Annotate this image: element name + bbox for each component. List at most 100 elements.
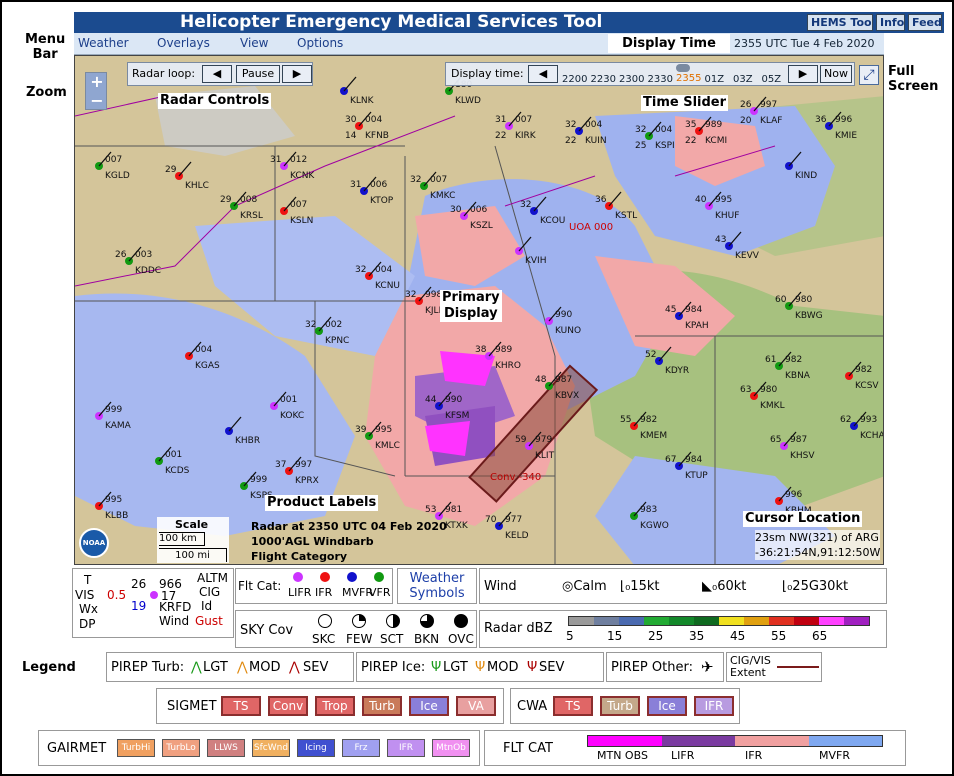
display-time-label: Display Time	[608, 34, 730, 53]
weather-symbols-link[interactable]: Weather Symbols	[397, 568, 477, 604]
station-id: KFNB	[365, 131, 389, 141]
sm-id-label: Id	[201, 599, 213, 613]
time-slider-handle[interactable]	[676, 64, 690, 72]
product-label-flight-category: Flight Category	[251, 550, 348, 563]
station-id: KCNU	[375, 281, 400, 291]
time-tick: 2230	[590, 74, 616, 85]
menu-weather[interactable]: Weather	[78, 36, 129, 50]
zoom-out-button[interactable]: −	[86, 92, 108, 111]
arrow-right-icon: ▶	[292, 67, 302, 80]
station-pressure: 995	[715, 195, 732, 205]
station-pressure: 980	[795, 295, 812, 305]
station-dewpoint: 22	[565, 136, 576, 146]
menu-view[interactable]: View	[240, 36, 268, 50]
station-id: KFSM	[445, 411, 469, 421]
ice-mod-icon: Ψ	[475, 660, 486, 675]
sigmet-va: VA	[456, 696, 496, 716]
tab-feedback[interactable]: Feedb	[908, 14, 942, 31]
radar-loop-label: Radar loop:	[132, 67, 196, 80]
legend-flt-cat-bar: FLT CAT MTN OBS LIFR IFR MVFR	[484, 730, 906, 766]
flt-cat-dot-mvfr	[347, 572, 357, 582]
station-temp: 62	[840, 415, 851, 425]
station-id: KSTL	[615, 211, 637, 221]
station-temp: 39	[355, 425, 367, 435]
station-id: KLBB	[105, 511, 128, 521]
station-id: KBVX	[555, 391, 579, 401]
sigmet-label: SIGMET	[167, 699, 217, 714]
time-tick: 03Z	[733, 74, 753, 85]
flt-cat-bar-swatch	[661, 736, 735, 746]
time-now-button[interactable]: Now	[820, 65, 852, 83]
gairmet-label: GAIRMET	[47, 741, 107, 756]
sm-t-label: T	[84, 573, 92, 587]
station-id: KRSL	[240, 211, 263, 221]
annotation-zoom: Zoom	[26, 85, 67, 100]
radar-dbz-label: Radar dBZ	[484, 621, 553, 636]
time-tick: 2330	[647, 74, 673, 85]
radar-back-button[interactable]: ◀	[202, 65, 232, 83]
time-back-button[interactable]: ◀	[528, 65, 558, 83]
station-temp: 60	[775, 295, 787, 305]
time-slider-track[interactable]: 2200 2230 2300 2330 2355 01Z 03Z 05Z	[560, 63, 788, 87]
station-pressure: 012	[290, 155, 307, 165]
sky-ovc-icon	[454, 614, 468, 628]
menu-options[interactable]: Options	[297, 36, 343, 50]
wind-25g30kt: ⌊₀25G30kt	[782, 579, 849, 594]
primary-map[interactable]: Conv -340 UOA 000 KLNKKLWD180KFNB3000414…	[74, 55, 884, 565]
tab-hems-tool[interactable]: HEMS Tool	[807, 14, 873, 31]
station-pressure: 006	[470, 205, 487, 215]
station-pressure: 007	[430, 175, 447, 185]
station-temp: 31	[495, 115, 506, 125]
flt-cat-bar-swatch	[808, 736, 882, 746]
dbz-swatch	[769, 617, 794, 625]
station-temp: 30	[345, 115, 357, 125]
flt-cat-bar-ifr: IFR	[745, 749, 763, 762]
sky-sct-icon	[386, 614, 400, 628]
time-tick: 2300	[619, 74, 645, 85]
annotation-menu-bar: Menu Bar	[25, 32, 66, 62]
station-id: KCNK	[290, 171, 315, 181]
sm-dp-value: 19	[131, 599, 147, 613]
station-pressure: 996	[835, 115, 852, 125]
station-pressure: 999	[105, 405, 122, 415]
station-pressure: 001	[165, 450, 182, 460]
menu-overlays[interactable]: Overlays	[157, 36, 210, 50]
station-id: KIND	[795, 171, 817, 181]
zoom-in-button[interactable]: +	[86, 73, 108, 92]
scale-box: Scale 100 km 100 mi	[157, 517, 229, 563]
time-tick: 01Z	[704, 74, 725, 85]
station-pressure: 982	[640, 415, 657, 425]
sky-bkn: BKN	[414, 632, 440, 646]
sm-dp-label: DP	[79, 617, 96, 631]
dbz-swatch	[819, 617, 844, 625]
annotation-product-labels: Product Labels	[265, 495, 379, 511]
time-forward-button[interactable]: ▶	[788, 65, 818, 83]
station-id: KLWD	[455, 96, 481, 106]
station-id: KGLD	[105, 171, 130, 181]
station-id: KHUF	[715, 211, 739, 221]
full-screen-button[interactable]: ⤢	[859, 65, 879, 85]
station-id: KGAS	[195, 361, 220, 371]
station-id: KBWG	[795, 311, 823, 321]
station-temp: 26	[115, 250, 127, 260]
tab-info[interactable]: Info	[876, 14, 905, 31]
wind-60kt: ◣₀60kt	[702, 579, 747, 594]
station-pressure: 997	[760, 100, 777, 110]
sm-wx-label: Wx	[79, 602, 98, 616]
station-dewpoint: 25	[635, 141, 646, 151]
station-id: KDYR	[665, 366, 689, 376]
sky-few-icon	[352, 614, 366, 628]
flt-cat-dot-vfr	[374, 572, 384, 582]
dbz-swatch	[669, 617, 694, 625]
radar-pause-button[interactable]: Pause	[236, 65, 280, 83]
turb-sev-icon: ⋀	[289, 660, 300, 675]
cwa-turb: Turb	[600, 696, 640, 716]
radar-forward-button[interactable]: ▶	[282, 65, 312, 83]
station-temp: 29	[165, 165, 177, 175]
time-tick: 05Z	[761, 74, 782, 85]
calm-icon: ◎	[562, 579, 574, 594]
station-id: KSLN	[290, 216, 313, 226]
sigmet-ice: Ice	[409, 696, 449, 716]
legend-pirep-ice: PIREP Ice: Ψ LGT Ψ MOD Ψ SEV	[356, 652, 604, 682]
station-temp: 32	[635, 125, 646, 135]
